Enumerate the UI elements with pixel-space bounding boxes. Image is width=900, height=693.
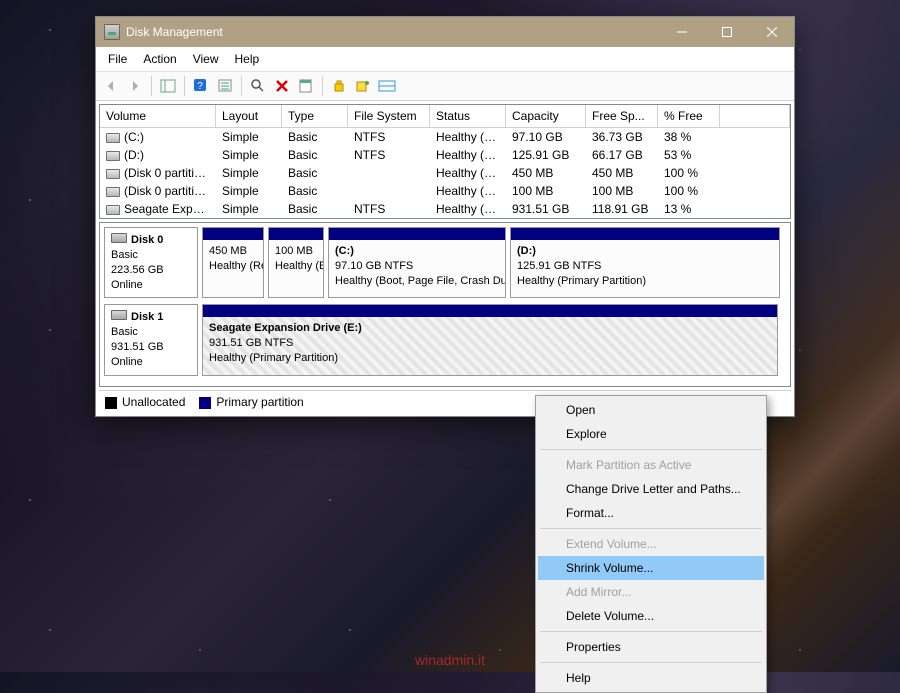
menu-help[interactable]: Help xyxy=(227,49,268,69)
swatch-navy-icon xyxy=(199,397,211,409)
partition-bar xyxy=(511,228,779,240)
disk-icon xyxy=(111,233,127,243)
col-filesystem[interactable]: File System xyxy=(348,105,430,128)
table-row[interactable]: (D:)SimpleBasicNTFSHealthy (P...125.91 G… xyxy=(100,146,790,164)
col-capacity[interactable]: Capacity xyxy=(506,105,586,128)
context-menu-separator xyxy=(540,662,762,663)
volume-list[interactable]: Volume Layout Type File System Status Ca… xyxy=(99,104,791,219)
rescan-icon[interactable] xyxy=(247,75,269,97)
context-menu-separator xyxy=(540,631,762,632)
refresh-icon[interactable] xyxy=(214,75,236,97)
toolbar-separator xyxy=(151,76,152,96)
table-row[interactable]: Seagate Expansio...SimpleBasicNTFSHealth… xyxy=(100,200,790,218)
settings-icon[interactable] xyxy=(352,75,374,97)
help-icon[interactable]: ? xyxy=(190,75,212,97)
disk-row: Disk 0Basic223.56 GBOnline450 MBHealthy … xyxy=(104,227,786,298)
watermark: winadmin.it xyxy=(415,652,485,668)
table-row[interactable]: (C:)SimpleBasicNTFSHealthy (B...97.10 GB… xyxy=(100,128,790,146)
delete-icon[interactable] xyxy=(271,75,293,97)
disk-label[interactable]: Disk 1Basic931.51 GBOnline xyxy=(104,304,198,375)
minimize-button[interactable] xyxy=(659,17,704,47)
context-menu-item[interactable]: Shrink Volume... xyxy=(538,556,764,580)
volume-icon xyxy=(106,205,120,215)
window-title: Disk Management xyxy=(126,25,659,39)
disk-icon xyxy=(111,310,127,320)
menu-view[interactable]: View xyxy=(185,49,227,69)
col-volume[interactable]: Volume xyxy=(100,105,216,128)
context-menu: OpenExplore Mark Partition as ActiveChang… xyxy=(535,395,767,693)
app-icon xyxy=(104,24,120,40)
col-freespace[interactable]: Free Sp... xyxy=(586,105,658,128)
show-hide-console-tree-icon[interactable] xyxy=(157,75,179,97)
svg-text:?: ? xyxy=(197,81,203,92)
partition-box[interactable]: Seagate Expansion Drive (E:)931.51 GB NT… xyxy=(202,304,778,375)
partition-bar xyxy=(203,305,777,317)
col-status[interactable]: Status xyxy=(430,105,506,128)
context-menu-item[interactable]: Open xyxy=(538,398,764,422)
partition-bar xyxy=(203,228,263,240)
toolbar: ? xyxy=(96,72,794,101)
disk-row: Disk 1Basic931.51 GBOnlineSeagate Expans… xyxy=(104,304,786,375)
partition-box[interactable]: (C:)97.10 GB NTFSHealthy (Boot, Page Fil… xyxy=(328,227,506,298)
partition-bar xyxy=(269,228,323,240)
col-pctfree[interactable]: % Free xyxy=(658,105,720,128)
list-icon[interactable] xyxy=(376,75,398,97)
graphical-view: Disk 0Basic223.56 GBOnline450 MBHealthy … xyxy=(99,222,791,387)
menu-action[interactable]: Action xyxy=(135,49,184,69)
context-menu-item[interactable]: Help xyxy=(538,666,764,690)
swatch-black-icon xyxy=(105,397,117,409)
context-menu-item: Add Mirror... xyxy=(538,580,764,604)
close-button[interactable] xyxy=(749,17,794,47)
col-type[interactable]: Type xyxy=(282,105,348,128)
context-menu-item: Extend Volume... xyxy=(538,532,764,556)
col-spacer xyxy=(720,105,790,128)
properties-icon[interactable] xyxy=(295,75,317,97)
context-menu-item[interactable]: Delete Volume... xyxy=(538,604,764,628)
table-row[interactable]: (Disk 0 partition 1)SimpleBasicHealthy (… xyxy=(100,164,790,182)
forward-button[interactable] xyxy=(124,75,146,97)
volume-icon xyxy=(106,151,120,161)
maximize-button[interactable] xyxy=(704,17,749,47)
back-button[interactable] xyxy=(100,75,122,97)
partition-bar xyxy=(329,228,505,240)
context-menu-item[interactable]: Format... xyxy=(538,501,764,525)
table-row[interactable]: (Disk 0 partition 2)SimpleBasicHealthy (… xyxy=(100,182,790,200)
menu-file[interactable]: File xyxy=(100,49,135,69)
menubar: File Action View Help xyxy=(96,47,794,72)
context-menu-separator xyxy=(540,449,762,450)
context-menu-item[interactable]: Properties xyxy=(538,635,764,659)
partition-box[interactable]: (D:)125.91 GB NTFSHealthy (Primary Parti… xyxy=(510,227,780,298)
action-icon[interactable] xyxy=(328,75,350,97)
partition-box[interactable]: 100 MBHealthy (EF xyxy=(268,227,324,298)
context-menu-item[interactable]: Change Drive Letter and Paths... xyxy=(538,477,764,501)
column-headers: Volume Layout Type File System Status Ca… xyxy=(100,105,790,128)
disk-management-window: Disk Management File Action View Help ? … xyxy=(95,16,795,417)
context-menu-item[interactable]: Explore xyxy=(538,422,764,446)
volume-icon xyxy=(106,187,120,197)
legend-unallocated: Unallocated xyxy=(105,395,185,409)
disk-label[interactable]: Disk 0Basic223.56 GBOnline xyxy=(104,227,198,298)
context-menu-item: Mark Partition as Active xyxy=(538,453,764,477)
col-layout[interactable]: Layout xyxy=(216,105,282,128)
volume-icon xyxy=(106,133,120,143)
partition-box[interactable]: 450 MBHealthy (Recove xyxy=(202,227,264,298)
titlebar[interactable]: Disk Management xyxy=(96,17,794,47)
legend-primary: Primary partition xyxy=(199,395,303,409)
volume-icon xyxy=(106,169,120,179)
context-menu-separator xyxy=(540,528,762,529)
